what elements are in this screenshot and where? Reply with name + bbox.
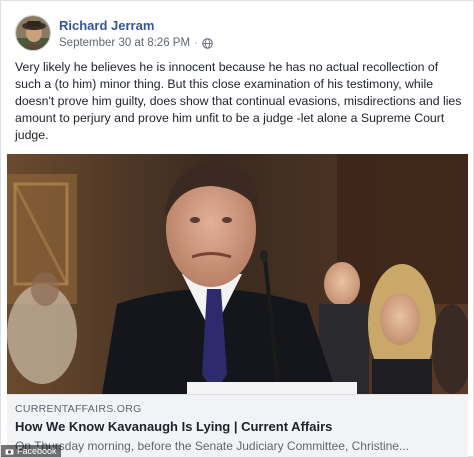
post-body-text: Very likely he believes he is innocent b… (15, 60, 462, 142)
globe-icon[interactable] (202, 37, 213, 49)
post-header: Richard Jerram September 30 at 8:26 PM · (15, 15, 455, 55)
avatar[interactable] (15, 15, 51, 51)
watermark-text: Facebook (17, 446, 57, 456)
source-watermark: Facebook (1, 445, 61, 457)
link-preview-image[interactable] (7, 154, 468, 394)
link-title[interactable]: How We Know Kavanaugh Is Lying | Current… (15, 419, 332, 434)
post-meta: September 30 at 8:26 PM · (59, 37, 213, 49)
post-timestamp-link[interactable]: September 30 at 8:26 PM (59, 37, 190, 49)
link-domain: CURRENTAFFAIRS.ORG (15, 403, 142, 415)
link-description: On Thursday morning, before the Senate J… (15, 439, 409, 453)
camera-icon (5, 449, 14, 455)
avatar-image (16, 16, 50, 50)
link-preview-card[interactable]: CURRENTAFFAIRS.ORG How We Know Kavanaugh… (7, 394, 468, 457)
author-name-link[interactable]: Richard Jerram (59, 18, 154, 33)
facebook-post: Richard Jerram September 30 at 8:26 PM ·… (0, 0, 474, 457)
meta-separator: · (194, 37, 198, 49)
hearing-photo (7, 154, 468, 394)
